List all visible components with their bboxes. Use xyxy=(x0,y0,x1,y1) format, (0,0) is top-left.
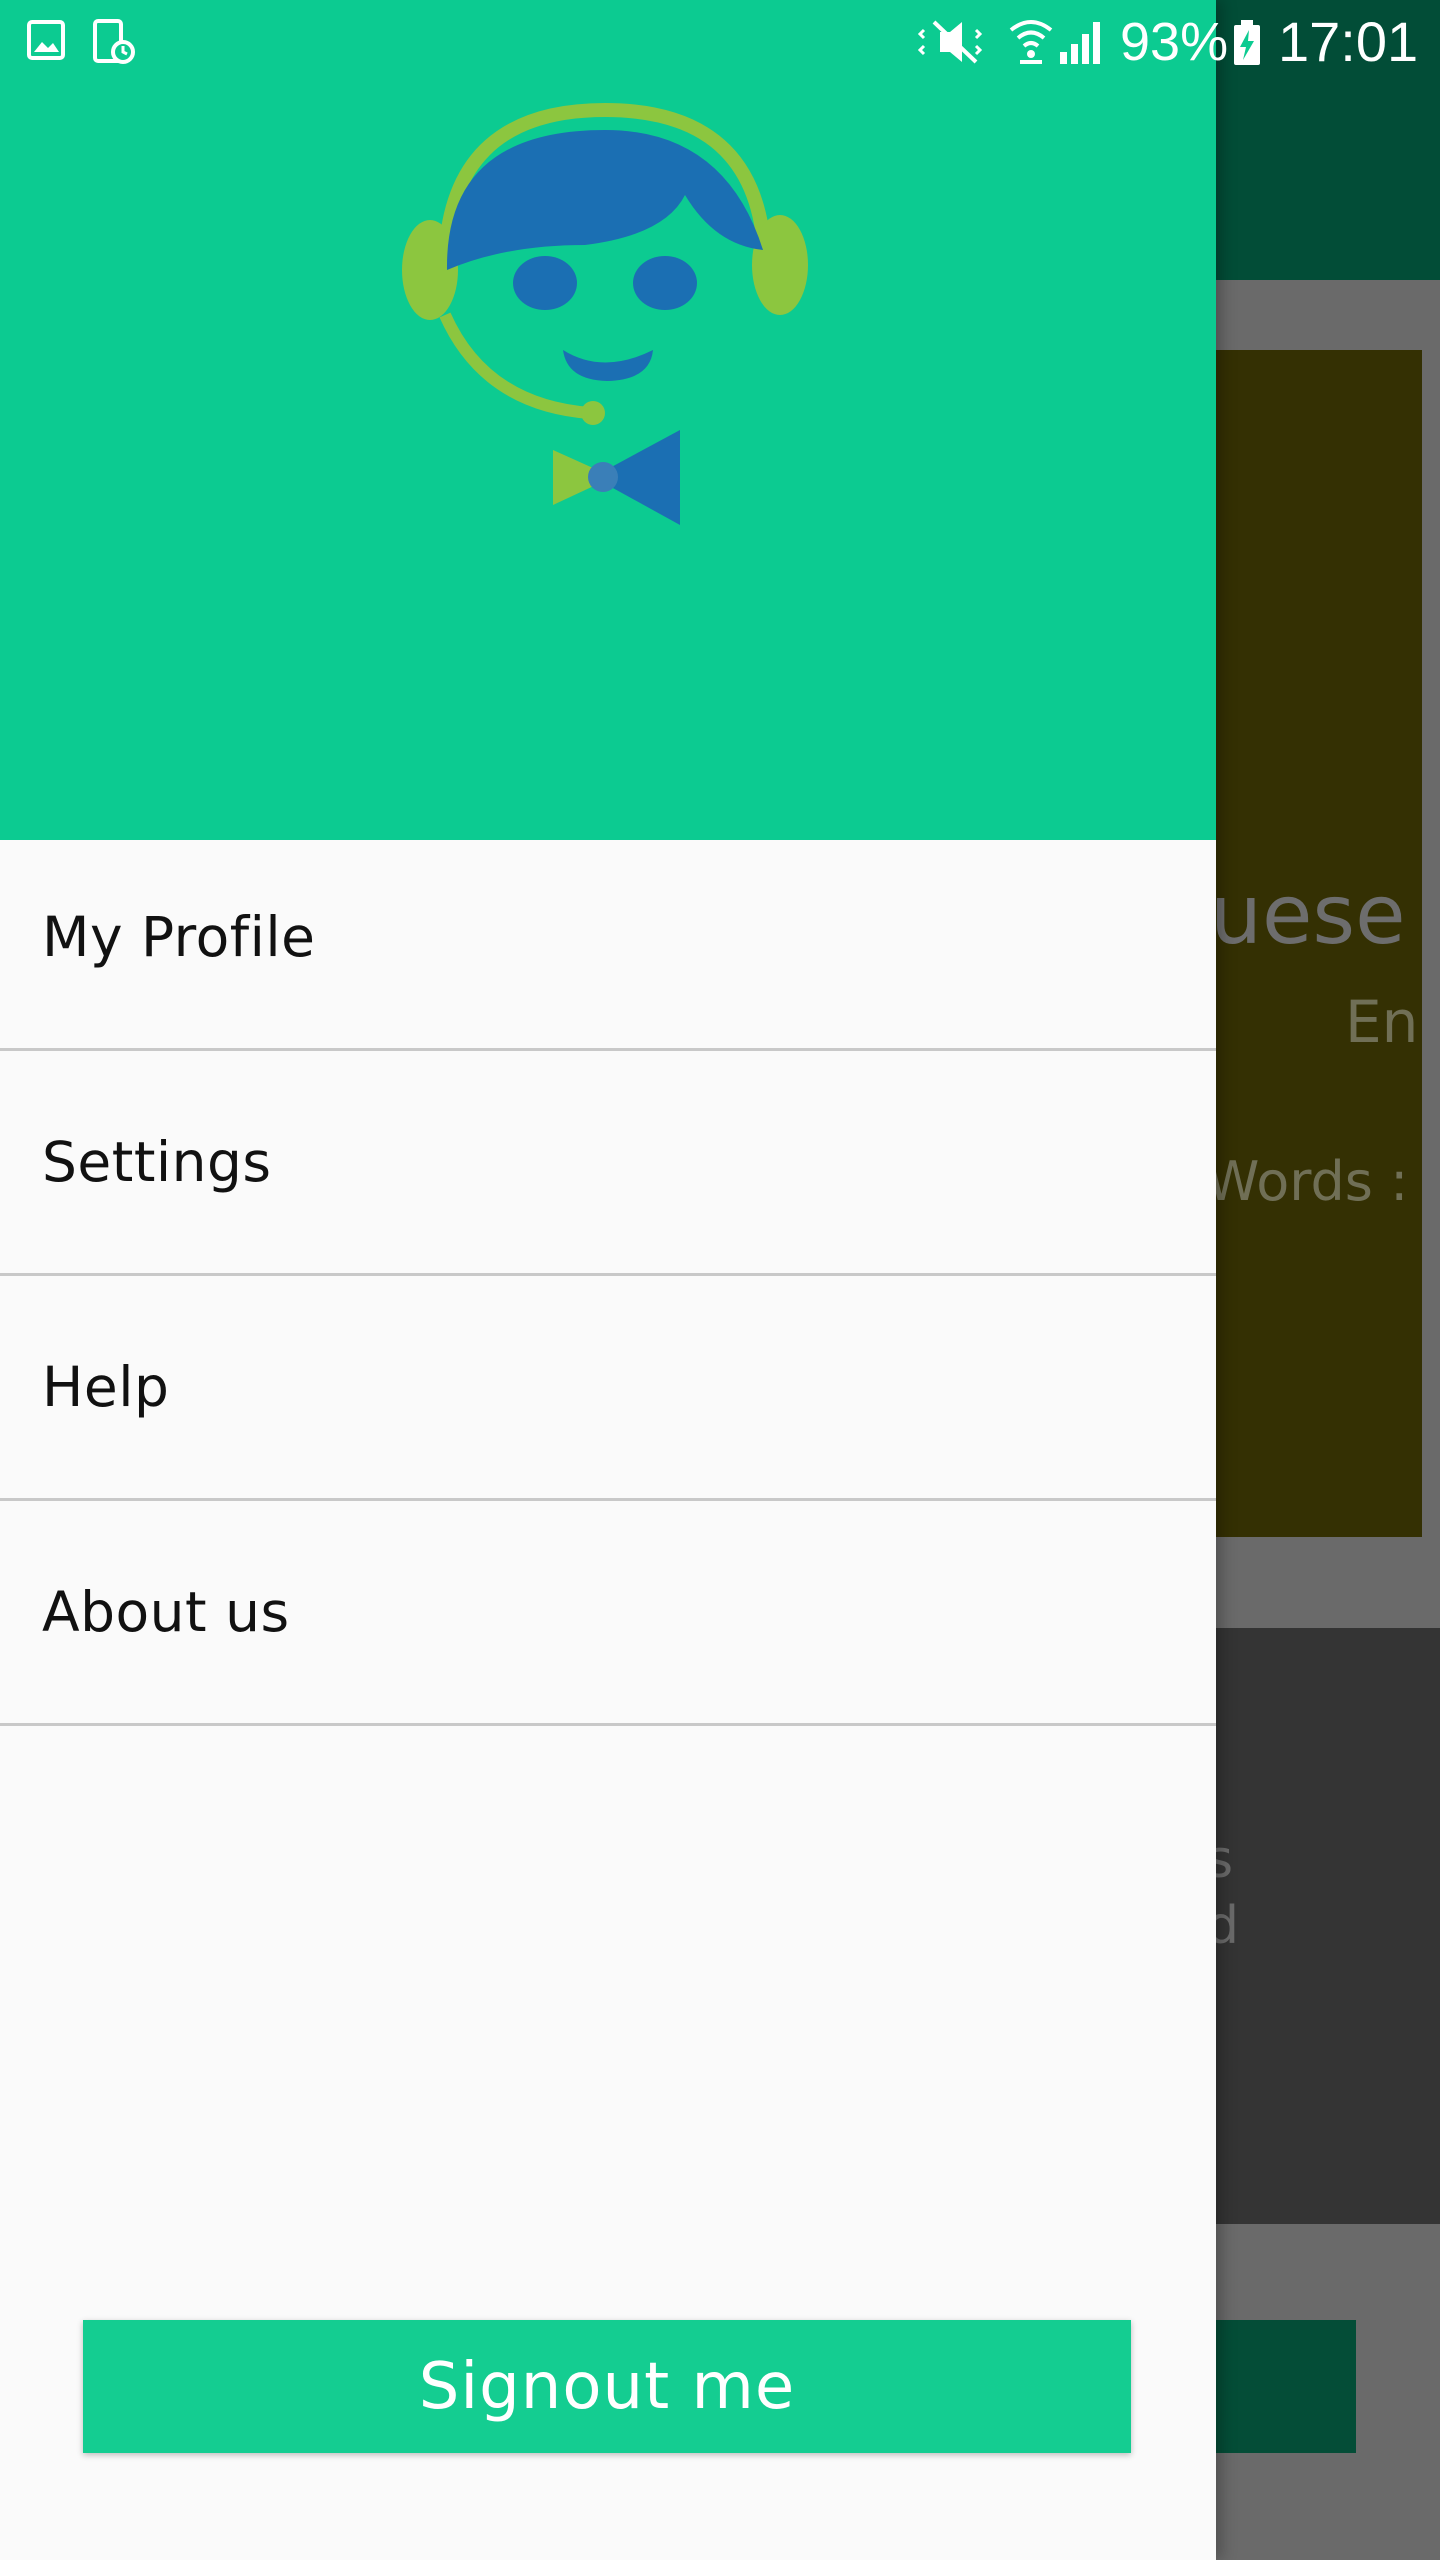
background-text: Words : xyxy=(1206,1150,1409,1213)
menu-item-help[interactable]: Help xyxy=(0,1276,1216,1501)
menu-item-label: Help xyxy=(42,1355,170,1419)
menu-item-about-us[interactable]: About us xyxy=(0,1501,1216,1726)
menu-item-label: Settings xyxy=(42,1130,272,1194)
menu-item-my-profile[interactable]: My Profile xyxy=(0,826,1216,1051)
menu-item-settings[interactable]: Settings xyxy=(0,1051,1216,1276)
mute-icon xyxy=(917,20,988,68)
battery-percentage: 93% xyxy=(1120,12,1229,72)
navigation-drawer: My Profile Settings Help About us Signou… xyxy=(0,0,1216,2560)
clock: 17:01 xyxy=(1278,10,1419,73)
signout-button[interactable]: Signout me xyxy=(83,2320,1131,2453)
battery-charging-icon xyxy=(1232,20,1262,70)
wifi-icon xyxy=(1008,16,1054,70)
screenshot-icon xyxy=(92,18,136,70)
background-button xyxy=(1216,2320,1356,2453)
gallery-icon xyxy=(26,18,66,66)
signal-icon xyxy=(1058,18,1108,70)
support-agent-logo xyxy=(385,95,825,540)
status-bar: 93% 17:01 xyxy=(0,0,1440,84)
background-text: En xyxy=(1345,988,1419,1056)
menu-item-label: About us xyxy=(42,1580,290,1644)
drawer-header xyxy=(0,0,1216,840)
background-text: uese xyxy=(1210,868,1406,963)
background-panel xyxy=(1216,1628,1440,2224)
screen: uese En Words : s d 93% 17:01 My Profile… xyxy=(0,0,1440,2560)
menu-item-label: My Profile xyxy=(42,905,316,969)
